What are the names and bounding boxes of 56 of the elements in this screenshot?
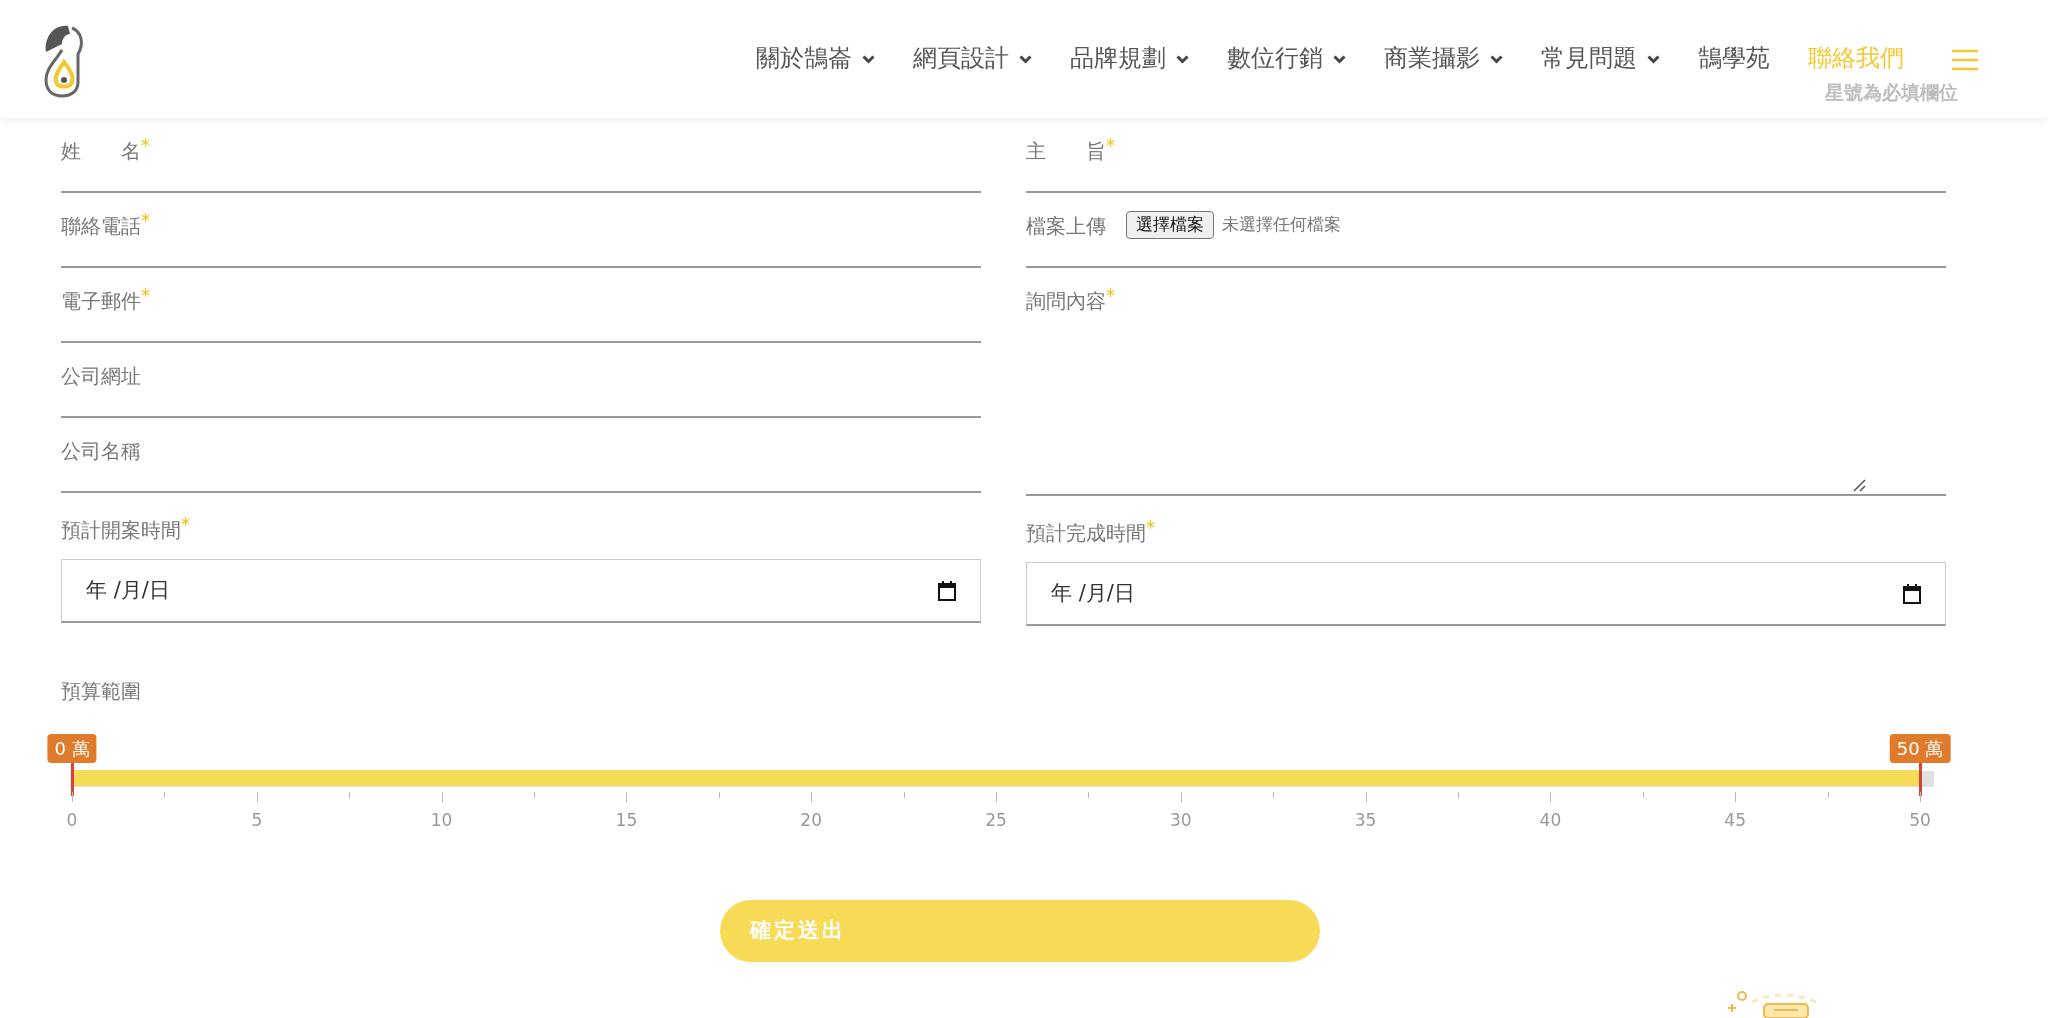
chevron-down-icon[interactable] <box>1019 54 1032 64</box>
input-field[interactable]: 主 旨 <box>1026 118 1946 193</box>
chevron-down-icon[interactable] <box>1333 54 1346 64</box>
field-label: 公司名稱 <box>61 438 141 465</box>
date-field[interactable]: 年 /月/日 <box>1026 562 1946 626</box>
field-label: 預計開案時間 <box>61 515 981 545</box>
input-field[interactable]: 公司網址 <box>61 343 981 418</box>
field-label: 詢問內容 <box>1026 286 1946 316</box>
tick-label: 35 <box>1354 809 1377 832</box>
slider-handle[interactable] <box>71 762 74 796</box>
textarea-field[interactable]: 詢問內容 <box>1026 268 1946 496</box>
tick-label: 25 <box>985 809 1007 832</box>
input-field[interactable]: 姓 名 <box>61 118 981 193</box>
tick-label: 30 <box>1170 809 1192 832</box>
file-status: 未選擇任何檔案 <box>1222 213 1341 237</box>
nav-link[interactable]: 常見問題 <box>1541 41 1660 77</box>
field-label: 姓 名 <box>61 136 150 166</box>
chevron-down-icon[interactable] <box>862 54 875 64</box>
calendar-icon[interactable] <box>1903 583 1921 604</box>
resize-handle-icon[interactable] <box>1852 478 1866 492</box>
tick-label: 10 <box>430 809 453 832</box>
value-tooltip: 50 萬 <box>1889 734 1951 763</box>
nav-link[interactable]: 商業攝影 <box>1384 41 1503 77</box>
tick-label: 0 <box>66 809 78 832</box>
field-label: 預計完成時間 <box>1026 518 1946 548</box>
choose-file-button[interactable]: 選擇檔案 <box>1126 211 1214 239</box>
nav-link[interactable]: 關於鵠崙 <box>756 41 875 77</box>
chevron-down-icon[interactable] <box>1490 54 1503 64</box>
tick-label: 50 <box>1909 809 1931 832</box>
tick-label: 5 <box>251 809 263 832</box>
calendar-icon[interactable] <box>938 580 956 601</box>
budget-label: 預算範圍 <box>60 678 142 705</box>
nav-link[interactable]: 鵠學苑 <box>1698 41 1770 77</box>
input-field[interactable]: 公司名稱 <box>61 418 981 493</box>
nav-link[interactable]: 網頁設計 <box>913 41 1032 77</box>
input-field[interactable]: 聯絡電話 <box>61 193 981 268</box>
chevron-down-icon[interactable] <box>1176 54 1189 64</box>
field-label: 主 旨 <box>1026 136 1115 166</box>
field-label: 聯絡電話 <box>61 211 150 241</box>
field-label: 檔案上傳 <box>1026 213 1106 240</box>
chevron-down-icon[interactable] <box>1647 54 1660 64</box>
tick-label: 40 <box>1539 809 1562 832</box>
date-placeholder: 年 /月/日 <box>86 576 170 604</box>
slider-handle[interactable] <box>1919 762 1922 796</box>
input-field[interactable]: 電子郵件 <box>61 268 981 343</box>
tick-label: 20 <box>800 809 822 832</box>
tick-label: 45 <box>1724 809 1746 832</box>
nav-link[interactable]: 品牌規劃 <box>1070 41 1189 77</box>
value-tooltip: 0 萬 <box>47 734 97 763</box>
date-placeholder: 年 /月/日 <box>1051 579 1135 607</box>
required-note: 星號為必填欄位 <box>1825 80 1958 105</box>
tick-label: 15 <box>615 809 638 832</box>
field-label: 公司網址 <box>61 363 141 390</box>
date-field[interactable]: 年 /月/日 <box>61 559 981 623</box>
nav-link[interactable]: 數位行銷 <box>1227 41 1346 77</box>
field-label: 電子郵件 <box>61 286 150 316</box>
